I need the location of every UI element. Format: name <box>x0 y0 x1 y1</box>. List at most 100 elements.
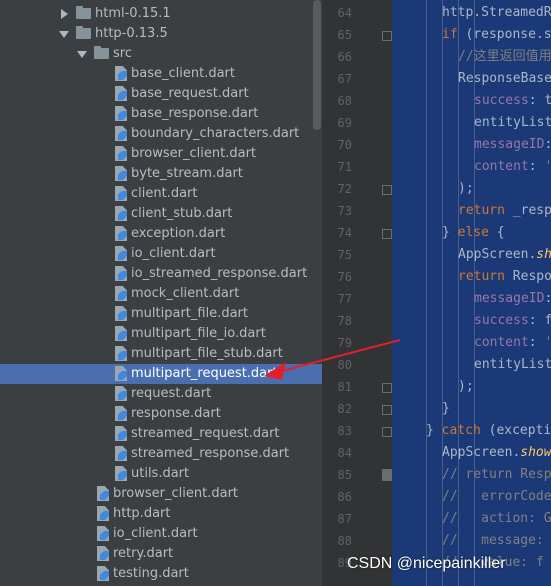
tree-file-row[interactable]: multipart_file_stub.dart <box>0 344 322 364</box>
tree-file-row[interactable]: testing.dart <box>0 564 322 584</box>
tree-item-label: client_stub.dart <box>131 206 233 221</box>
project-tree-panel: html-0.15.1 http-0.13.5 src base_client.dar… <box>0 0 322 586</box>
tree-file-row[interactable]: exception.dart <box>0 224 322 244</box>
code-line: success: t <box>474 93 551 108</box>
dart-file-icon <box>97 526 109 541</box>
line-number: 85 <box>337 468 352 482</box>
tree-file-row[interactable]: multipart_request.dart <box>0 364 322 384</box>
tree-file-row[interactable]: client_stub.dart <box>0 204 322 224</box>
dart-file-icon <box>115 106 127 121</box>
line-number: 64 <box>337 6 352 20</box>
tree-item-label: io_client.dart <box>113 526 198 541</box>
dart-file-icon <box>115 246 127 261</box>
tree-file-row[interactable]: base_request.dart <box>0 84 322 104</box>
bookmark-icon <box>382 469 392 481</box>
line-number: 86 <box>337 490 352 504</box>
tree-item-label: base_client.dart <box>131 66 235 81</box>
line-number: 67 <box>337 72 352 86</box>
code-line: messageID: <box>474 137 551 152</box>
tree-file-row[interactable]: response.dart <box>0 404 322 424</box>
code-line: //这里返回值用 <box>458 49 551 64</box>
line-number: 83 <box>337 424 352 438</box>
tree-file-row[interactable]: browser_client.dart <box>0 144 322 164</box>
code-line: ); <box>458 379 474 394</box>
code-editor[interactable]: http.StreamedR if (response.s //这里返回值用 Resp… <box>392 0 551 586</box>
tree-item-label: src <box>113 46 132 61</box>
tree-file-row[interactable]: utils.dart <box>0 464 322 484</box>
code-line: AppScreen.sh <box>458 247 551 262</box>
dart-file-icon <box>115 226 127 241</box>
tree-item-label: response.dart <box>131 406 221 421</box>
dart-file-icon <box>115 66 127 81</box>
code-line: return Respo <box>458 269 551 284</box>
fold-marker-icon[interactable] <box>382 229 392 239</box>
chevron-right-icon[interactable] <box>61 9 68 19</box>
tree-file-row[interactable]: io_streamed_response.dart <box>0 264 322 284</box>
chevron-down-icon[interactable] <box>59 31 69 38</box>
tree-file-row[interactable]: base_client.dart <box>0 64 322 84</box>
tree-folder-row[interactable]: http-0.13.5 <box>0 24 322 44</box>
tree-item-label: multipart_file.dart <box>131 306 248 321</box>
code-line: entityList <box>474 357 551 372</box>
tree-item-label: streamed_request.dart <box>131 426 280 441</box>
dart-file-icon <box>115 286 127 301</box>
code-line: // message: <box>442 533 544 548</box>
dart-file-icon <box>115 466 127 481</box>
fold-marker-icon[interactable] <box>382 383 392 393</box>
tree-item-label: utils.dart <box>131 466 190 481</box>
fold-marker-icon[interactable] <box>382 185 392 195</box>
dart-file-icon <box>115 426 127 441</box>
dart-file-icon <box>97 506 109 521</box>
line-number: 78 <box>337 314 352 328</box>
tree-file-row[interactable]: streamed_request.dart <box>0 424 322 444</box>
code-line: success: f <box>474 313 551 328</box>
line-number: 72 <box>337 182 352 196</box>
dart-file-icon <box>97 546 109 561</box>
tree-file-row[interactable]: base_response.dart <box>0 104 322 124</box>
tree-item-label: html-0.15.1 <box>95 6 171 21</box>
tree-file-row[interactable]: mock_client.dart <box>0 284 322 304</box>
indent-guide <box>426 0 427 586</box>
tree-file-row[interactable]: retry.dart <box>0 544 322 564</box>
watermark: CSDN @nicepainkiller <box>347 555 506 572</box>
fold-marker-icon[interactable] <box>382 405 392 415</box>
line-number: 68 <box>337 94 352 108</box>
tree-folder-row[interactable]: src <box>0 44 322 64</box>
fold-marker-icon[interactable] <box>382 31 392 41</box>
code-line: ResponseBase <box>458 71 551 86</box>
tree-item-label: browser_client.dart <box>131 146 257 161</box>
line-number: 81 <box>337 380 352 394</box>
tree-folder-row[interactable]: html-0.15.1 <box>0 4 322 24</box>
line-number: 79 <box>337 336 352 350</box>
line-number: 80 <box>337 358 352 372</box>
code-line: } else { <box>442 225 505 240</box>
tree-item-label: exception.dart <box>131 226 226 241</box>
tree-item-label: retry.dart <box>113 546 174 561</box>
code-line: // errorCode <box>442 489 551 504</box>
tree-file-row[interactable]: multipart_file.dart <box>0 304 322 324</box>
code-line: entityList <box>474 115 551 130</box>
tree-item-label: io_streamed_response.dart <box>131 266 308 281</box>
tree-file-row[interactable]: io_client.dart <box>0 244 322 264</box>
tree-item-label: multipart_request.dart <box>131 366 278 381</box>
tree-file-row[interactable]: browser_client.dart <box>0 484 322 504</box>
tree-file-row[interactable]: http.dart <box>0 504 322 524</box>
tree-file-row[interactable]: request.dart <box>0 384 322 404</box>
tree-file-row[interactable]: io_client.dart <box>0 524 322 544</box>
dart-file-icon <box>115 206 127 221</box>
tree-file-row[interactable]: client.dart <box>0 184 322 204</box>
chevron-down-icon[interactable] <box>77 51 87 58</box>
tree-file-row[interactable]: streamed_response.dart <box>0 444 322 464</box>
tree-file-row[interactable]: multipart_file_io.dart <box>0 324 322 344</box>
dart-file-icon <box>115 346 127 361</box>
tree-scrollbar[interactable] <box>313 0 321 130</box>
code-line: if (response.s <box>442 27 551 42</box>
tree-item-label: base_response.dart <box>131 106 259 121</box>
code-line: } <box>442 401 450 416</box>
tree-item-label: request.dart <box>131 386 212 401</box>
tree-item-label: byte_stream.dart <box>131 166 243 181</box>
tree-file-row[interactable]: boundary_characters.dart <box>0 124 322 144</box>
tree-file-row[interactable]: byte_stream.dart <box>0 164 322 184</box>
line-number: 73 <box>337 204 352 218</box>
fold-marker-icon[interactable] <box>382 427 392 437</box>
